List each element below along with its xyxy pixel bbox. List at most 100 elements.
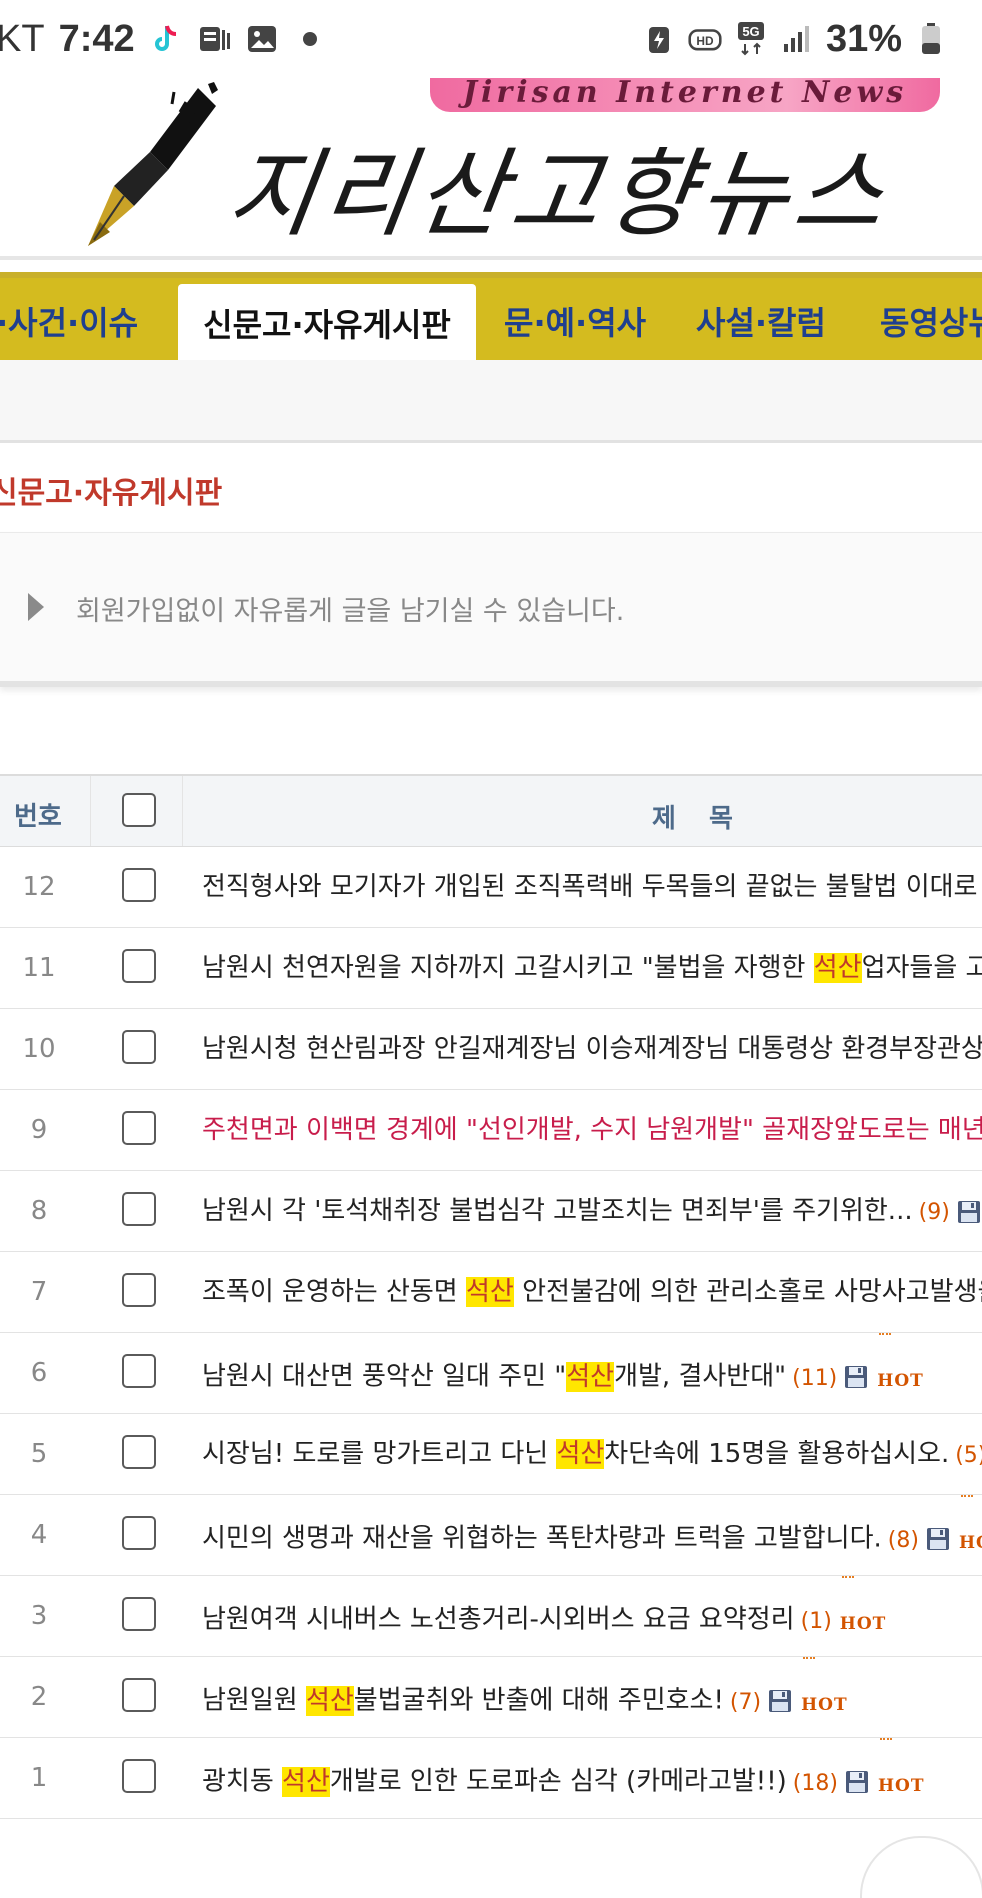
comment-count: (8) — [887, 1527, 919, 1553]
title-text: 남원여객 시내버스 노선총거리-시외버스 요금 요약정리 — [202, 1604, 795, 1635]
comment-count: (5) — [955, 1443, 982, 1468]
row-checkbox[interactable] — [122, 1273, 156, 1307]
row-number: 11 — [22, 953, 56, 983]
status-bar: KT 7:42 HD 5G 31% — [0, 0, 982, 78]
banner-tagline: Jirisan Internet News — [430, 78, 940, 112]
post-title-link[interactable]: 남원시 천연자원을 지하까지 고갈시키고 "불법을 자행한 석산업자들을 고 — [202, 928, 982, 1008]
floppy-disk-icon — [957, 1200, 980, 1223]
row-checkbox[interactable] — [122, 1030, 156, 1064]
table-header: 번호 제 목 — [0, 776, 982, 847]
search-highlight: 석산 — [466, 1277, 514, 1307]
table-row: 5 시장님! 도로를 망가트리고 다닌 석산차단속에 15명을 활용하십시오. (5… — [0, 1414, 982, 1495]
row-checkbox[interactable] — [122, 1354, 156, 1388]
gallery-icon — [245, 22, 279, 56]
post-title-link[interactable]: 주천면과 이백면 경계에 "선인개발, 수지 남원개발" 골재장앞도로는 매년당 — [202, 1090, 982, 1170]
title-text: 남원시청 현산림과장 안길재계장님 이승재계장님 대통령상 환경부장관상 — [202, 1034, 982, 1064]
post-title-link[interactable]: 전직형사와 모기자가 개입된 조직폭력배 두목들의 끝없는 불탈법 이대로 — [202, 847, 977, 927]
battery-icon — [914, 22, 948, 56]
post-title-link[interactable]: 남원시청 현산림과장 안길재계장님 이승재계장님 대통령상 환경부장관상 — [202, 1009, 982, 1089]
scroll-top-button[interactable] — [860, 1836, 982, 1898]
title-text: 광치동 — [202, 1766, 283, 1797]
hot-badge: HOT — [959, 1495, 982, 1583]
hot-badge: HOT — [878, 1738, 925, 1826]
5g-icon: 5G — [734, 22, 768, 56]
post-title-link[interactable]: 시민의 생명과 재산을 위협하는 폭탄차량과 트럭을 고발합니다.(8) HOT — [202, 1495, 982, 1583]
svg-text:5G: 5G — [742, 24, 759, 39]
nav-item-editorial[interactable]: 사설·칼럼 — [696, 278, 826, 366]
post-title-link[interactable]: 남원일원 석산불법굴취와 반출에 대해 주민호소! (7) HOT — [202, 1657, 848, 1745]
clock: 7:42 — [58, 17, 135, 60]
row-checkbox[interactable] — [122, 1111, 156, 1145]
title-text: 개발로 인한 도로파손 심각 (카메라고발!!) — [329, 1766, 787, 1797]
row-checkbox[interactable] — [122, 1678, 156, 1712]
row-number: 9 — [30, 1115, 48, 1145]
row-number: 3 — [30, 1601, 48, 1631]
comment-count: (9) — [918, 1200, 950, 1225]
floppy-disk-icon — [845, 1771, 868, 1793]
row-checkbox[interactable] — [122, 1192, 156, 1226]
svg-text:HD: HD — [696, 34, 714, 48]
tiktok-icon — [149, 22, 183, 56]
post-title-link[interactable]: 남원시 대산면 풍악산 일대 주민 "석산개발, 결사반대" (11) HOT — [202, 1333, 924, 1421]
notification-dot-icon — [302, 32, 317, 46]
battery-saver-icon — [642, 22, 676, 56]
row-number: 6 — [30, 1358, 48, 1388]
title-text: 개발, 결사반대" — [614, 1361, 787, 1392]
fountain-pen-icon — [88, 82, 218, 246]
title-text: 남원시 천연자원을 지하까지 고갈시키고 "불법을 자행한 — [202, 953, 814, 983]
table-row: 1 광치동 석산개발로 인한 도로파손 심각 (카메라고발!!) (18) HOT — [0, 1738, 982, 1819]
triangle-right-icon — [28, 593, 44, 621]
header-title: 제 목 — [652, 804, 745, 834]
floppy-disk-icon — [926, 1528, 949, 1550]
title-text: 남원시 대산면 풍악산 일대 주민 " — [202, 1361, 567, 1392]
post-title-link[interactable]: 시장님! 도로를 망가트리고 다닌 석산차단속에 15명을 활용하십시오.(5) — [202, 1414, 982, 1496]
row-number: 4 — [30, 1520, 48, 1550]
post-title-link[interactable]: 남원시 각 '토석채취장 불법심각 고발조치는 면죄부'를 주기위한... (9) — [202, 1171, 982, 1253]
nav-item-literature-history[interactable]: 문·예·역사 — [504, 278, 646, 366]
search-highlight: 석산 — [813, 953, 862, 983]
title-text: 시장님! 도로를 망가트리고 다닌 — [202, 1439, 557, 1469]
signal-icon — [780, 22, 814, 56]
page-title: 신문고·자유게시판 — [0, 476, 223, 511]
row-number: 5 — [30, 1439, 48, 1469]
post-title-link[interactable]: 남원여객 시내버스 노선총거리-시외버스 요금 요약정리 (1) HOT — [202, 1576, 886, 1664]
nav-item-incidents[interactable]: ·사건·이슈 — [0, 278, 138, 366]
comment-count: (11) — [792, 1365, 838, 1391]
row-checkbox[interactable] — [122, 868, 156, 902]
title-text: 차단속에 15명을 활용하십시오. — [604, 1439, 950, 1469]
row-number: 7 — [30, 1277, 48, 1307]
hd-voice-icon: HD — [688, 22, 722, 56]
row-checkbox[interactable] — [122, 1759, 156, 1793]
row-number: 8 — [30, 1196, 48, 1226]
banner-divider — [0, 256, 982, 260]
table-row: 12 전직형사와 모기자가 개입된 조직폭력배 두목들의 끝없는 불탈법 이대로 — [0, 847, 982, 928]
select-all-checkbox[interactable] — [122, 793, 156, 827]
title-text: 업자들을 고 — [861, 953, 982, 983]
row-checkbox[interactable] — [122, 1516, 156, 1550]
battery-percent: 31% — [825, 17, 902, 60]
title-text: 전직형사와 모기자가 개입된 조직폭력배 두목들의 끝없는 불탈법 이대로 — [202, 872, 978, 902]
table-row: 4시민의 생명과 재산을 위협하는 폭탄차량과 트럭을 고발합니다.(8)HOT — [0, 1495, 982, 1576]
post-title-link[interactable]: 광치동 석산개발로 인한 도로파손 심각 (카메라고발!!) (18) HOT — [202, 1738, 925, 1826]
title-text: 주천면과 이백면 경계에 "선인개발, 수지 남원개발" 골재장앞도로는 매년당 — [202, 1115, 982, 1145]
row-checkbox[interactable] — [122, 1597, 156, 1631]
table-row: 7 조폭이 운영하는 산동면 석산 안전불감에 의한 관리소홀로 사망사고발생을 — [0, 1252, 982, 1333]
post-title-link[interactable]: 조폭이 운영하는 산동면 석산 안전불감에 의한 관리소홀로 사망사고발생을 — [202, 1252, 982, 1332]
notice-box: 회원가입없이 자유롭게 글을 남기실 수 있습니다. — [0, 532, 982, 687]
row-number: 1 — [30, 1763, 48, 1793]
site-banner[interactable]: Jirisan Internet News 지리산고향뉴스 — [0, 78, 982, 256]
nav-item-video-news[interactable]: 동영상뉴 — [880, 278, 982, 366]
title-text: 시민의 생명과 재산을 위협하는 폭탄차량과 트럭을 고발합니다. — [202, 1523, 882, 1554]
comment-count: (1) — [800, 1608, 832, 1634]
row-checkbox[interactable] — [122, 1435, 156, 1469]
search-highlight: 석산 — [282, 1766, 330, 1797]
table-row: 6 남원시 대산면 풍악산 일대 주민 "석산개발, 결사반대" (11) HOT — [0, 1333, 982, 1414]
carrier-label: KT — [0, 17, 45, 60]
row-number: 12 — [22, 872, 56, 902]
floppy-disk-icon — [769, 1690, 792, 1712]
news-icon — [197, 22, 231, 56]
table-row: 9 주천면과 이백면 경계에 "선인개발, 수지 남원개발" 골재장앞도로는 매년… — [0, 1090, 982, 1171]
hot-badge: HOT — [801, 1657, 848, 1745]
search-highlight: 석산 — [305, 1685, 354, 1716]
row-checkbox[interactable] — [122, 949, 156, 983]
